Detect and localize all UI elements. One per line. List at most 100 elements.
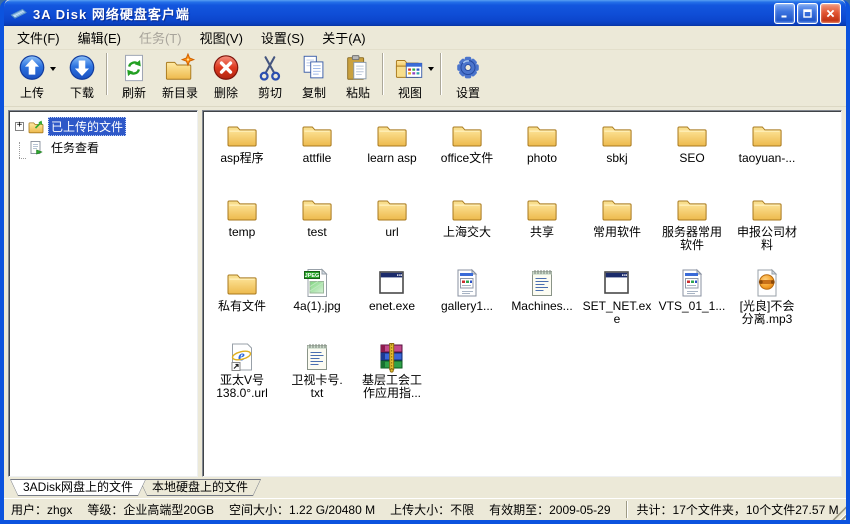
title-bar: 3A Disk 网络硬盘客户端 [4, 0, 846, 26]
folder-icon [300, 119, 334, 151]
minimize-button[interactable] [774, 3, 795, 24]
file-item[interactable]: learn asp [355, 119, 429, 193]
maximize-button[interactable] [797, 3, 818, 24]
folder-icon [750, 119, 784, 151]
new-folder-button[interactable]: 新目录 [156, 52, 204, 102]
file-label: temp [229, 226, 256, 239]
tab-local-files[interactable]: 本地硬盘上的文件 [139, 479, 261, 496]
file-list-panel: asp程序 attfile learn asp office文件 photo s… [202, 110, 842, 477]
sidebar-tree: 已上传的文件 任务查看 [8, 110, 198, 477]
folder-icon [525, 119, 559, 151]
cut-button[interactable]: 剪切 [248, 52, 292, 102]
file-item[interactable]: office文件 [430, 119, 504, 193]
tab-remote-files[interactable]: 3ADisk网盘上的文件 [10, 479, 146, 496]
menu-about[interactable]: 关于(A) [313, 25, 374, 50]
menu-task: 任务(T) [130, 25, 191, 50]
expand-icon[interactable] [15, 122, 24, 131]
menu-edit[interactable]: 编辑(E) [69, 25, 130, 50]
file-item[interactable]: temp [205, 193, 279, 267]
file-item[interactable]: 服务器常用 软件 [655, 193, 729, 267]
file-item[interactable]: 申报公司材 料 [730, 193, 804, 267]
new-folder-icon [164, 53, 196, 83]
window-title: 3A Disk 网络硬盘客户端 [33, 4, 774, 23]
file-label: 上海交大 [443, 226, 491, 239]
file-label: test [307, 226, 326, 239]
delete-button[interactable]: 删除 [204, 52, 248, 102]
chevron-down-icon [428, 67, 434, 71]
file-item[interactable]: 基层工会工 作应用指... [355, 341, 429, 415]
file-item[interactable]: 私有文件 [205, 267, 279, 341]
refresh-label: 刷新 [122, 84, 146, 101]
file-label: 申报公司材 料 [737, 226, 797, 252]
app-window: 3A Disk 网络硬盘客户端 文件(F) 编辑(E) 任务(T) 视图(V) … [0, 0, 850, 524]
file-label: photo [527, 152, 557, 165]
file-item[interactable]: SEO [655, 119, 729, 193]
copy-button[interactable]: 复制 [292, 52, 336, 102]
sidebar-item-uploaded-files[interactable]: 已上传的文件 [13, 116, 195, 137]
menu-file[interactable]: 文件(F) [8, 25, 69, 50]
folder-icon [300, 193, 334, 225]
toolbar-separator [106, 53, 108, 95]
internet-shortcut-icon [225, 341, 259, 373]
refresh-button[interactable]: 刷新 [112, 52, 156, 102]
file-item[interactable]: SET_NET.exe [580, 267, 654, 341]
close-button[interactable] [820, 3, 841, 24]
file-item[interactable]: VTS_01_1... [655, 267, 729, 341]
application-icon [600, 267, 634, 299]
folder-icon [450, 193, 484, 225]
file-item[interactable]: 亚太V号 138.0°.url [205, 341, 279, 415]
upload-icon [16, 53, 48, 83]
status-user: 用户：zhgx [11, 501, 72, 518]
view-label: 视图 [398, 84, 422, 101]
toolbar: 上传 下载 刷新 新目录 删除 剪切 复制 粘贴 [4, 50, 846, 107]
settings-label: 设置 [456, 84, 480, 101]
file-item[interactable]: 卫视卡号. txt [280, 341, 354, 415]
folder-icon [525, 193, 559, 225]
settings-button[interactable]: 设置 [446, 52, 490, 102]
file-label: asp程序 [220, 152, 263, 165]
task-view-icon [28, 140, 45, 156]
file-label: learn asp [367, 152, 416, 165]
menu-view[interactable]: 视图(V) [191, 25, 252, 50]
jpeg-image-icon [300, 267, 334, 299]
file-item[interactable]: asp程序 [205, 119, 279, 193]
file-item[interactable]: enet.exe [355, 267, 429, 341]
file-item[interactable]: attfile [280, 119, 354, 193]
folder-icon [450, 119, 484, 151]
file-item[interactable]: photo [505, 119, 579, 193]
upload-dropdown-arrow[interactable] [48, 54, 58, 84]
file-item[interactable]: 4a(1).jpg [280, 267, 354, 341]
file-label: Machines... [511, 300, 572, 313]
settings-icon [452, 53, 484, 83]
copy-label: 复制 [302, 84, 326, 101]
main-content: 已上传的文件 任务查看 asp程序 attfile learn asp offi… [4, 107, 846, 479]
menu-settings[interactable]: 设置(S) [252, 25, 313, 50]
html-file-icon [675, 267, 709, 299]
new-folder-label: 新目录 [162, 84, 198, 101]
file-item[interactable]: 上海交大 [430, 193, 504, 267]
file-label: 4a(1).jpg [293, 300, 340, 313]
folder-icon [750, 193, 784, 225]
html-file-icon [450, 267, 484, 299]
view-dropdown-arrow[interactable] [426, 54, 436, 84]
file-item[interactable]: 常用软件 [580, 193, 654, 267]
download-button[interactable]: 下载 [60, 52, 104, 102]
chevron-down-icon [50, 67, 56, 71]
file-label: 常用软件 [593, 226, 641, 239]
file-item[interactable]: taoyuan-... [730, 119, 804, 193]
sidebar-item-task-view[interactable]: 任务查看 [13, 137, 195, 158]
status-expiry: 有效期至：2009-05-29 [489, 501, 610, 518]
file-item[interactable]: [光良]不会 分离.mp3 [730, 267, 804, 341]
folder-icon [375, 193, 409, 225]
upload-label: 上传 [20, 84, 44, 101]
minimize-icon [779, 8, 790, 19]
file-item[interactable]: gallery1... [430, 267, 504, 341]
file-item[interactable]: Machines... [505, 267, 579, 341]
paste-button[interactable]: 粘贴 [336, 52, 380, 102]
file-item[interactable]: test [280, 193, 354, 267]
menu-bar: 文件(F) 编辑(E) 任务(T) 视图(V) 设置(S) 关于(A) [4, 26, 846, 50]
folder-icon [675, 119, 709, 151]
file-item[interactable]: sbkj [580, 119, 654, 193]
file-item[interactable]: url [355, 193, 429, 267]
file-item[interactable]: 共享 [505, 193, 579, 267]
